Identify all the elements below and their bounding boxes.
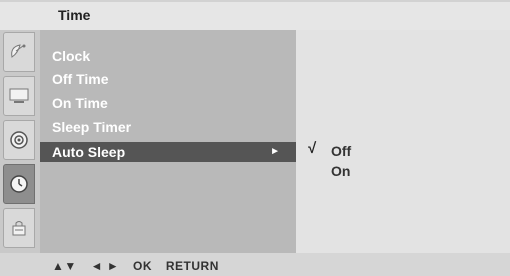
clock-icon <box>10 175 28 193</box>
menu-item-clock[interactable]: Clock <box>52 46 90 66</box>
option-on[interactable]: On <box>331 163 350 179</box>
rail-tab-channel[interactable] <box>3 32 35 72</box>
left-right-arrows-icon: ◄ ► <box>90 259 120 273</box>
menu-item-label: On Time <box>52 95 108 111</box>
rail-tab-time[interactable] <box>3 164 35 204</box>
menu-item-auto-sleep[interactable]: Auto Sleep ► <box>40 142 296 162</box>
title-bar: Time <box>0 2 510 30</box>
nav-hint: ▲▼ ◄ ► OK RETURN <box>52 259 229 273</box>
rail-tab-sound[interactable] <box>3 120 35 160</box>
menu-item-label: Clock <box>52 48 91 64</box>
satellite-dish-icon <box>11 44 26 58</box>
menu-title: Time <box>58 7 91 23</box>
help-bar: ▲▼ ◄ ► OK RETURN <box>0 253 510 276</box>
return-hint: RETURN <box>165 259 219 273</box>
osd-menu: Time Clock Off Time On Time Sleep Timer … <box>0 0 510 276</box>
menu-item-on-time[interactable]: On Time <box>52 93 108 113</box>
ok-hint: OK <box>133 259 153 273</box>
rail-tab-option[interactable] <box>3 208 35 248</box>
speaker-icon <box>10 131 28 149</box>
up-down-arrows-icon: ▲▼ <box>52 259 77 273</box>
options-panel <box>296 30 510 253</box>
lock-icon <box>12 221 26 236</box>
check-icon: √ <box>308 140 317 157</box>
menu-item-label: Auto Sleep <box>52 144 126 160</box>
arrow-right-icon: ► <box>270 146 280 157</box>
rail-tab-picture[interactable] <box>3 76 35 116</box>
option-off[interactable]: Off <box>331 143 351 159</box>
menu-item-sleep-timer[interactable]: Sleep Timer <box>52 117 131 137</box>
menu-item-label: Sleep Timer <box>52 119 132 135</box>
menu-item-label: Off Time <box>52 71 109 87</box>
screen-icon <box>9 88 29 103</box>
menu-item-off-time[interactable]: Off Time <box>52 69 109 89</box>
category-rail <box>0 30 40 253</box>
